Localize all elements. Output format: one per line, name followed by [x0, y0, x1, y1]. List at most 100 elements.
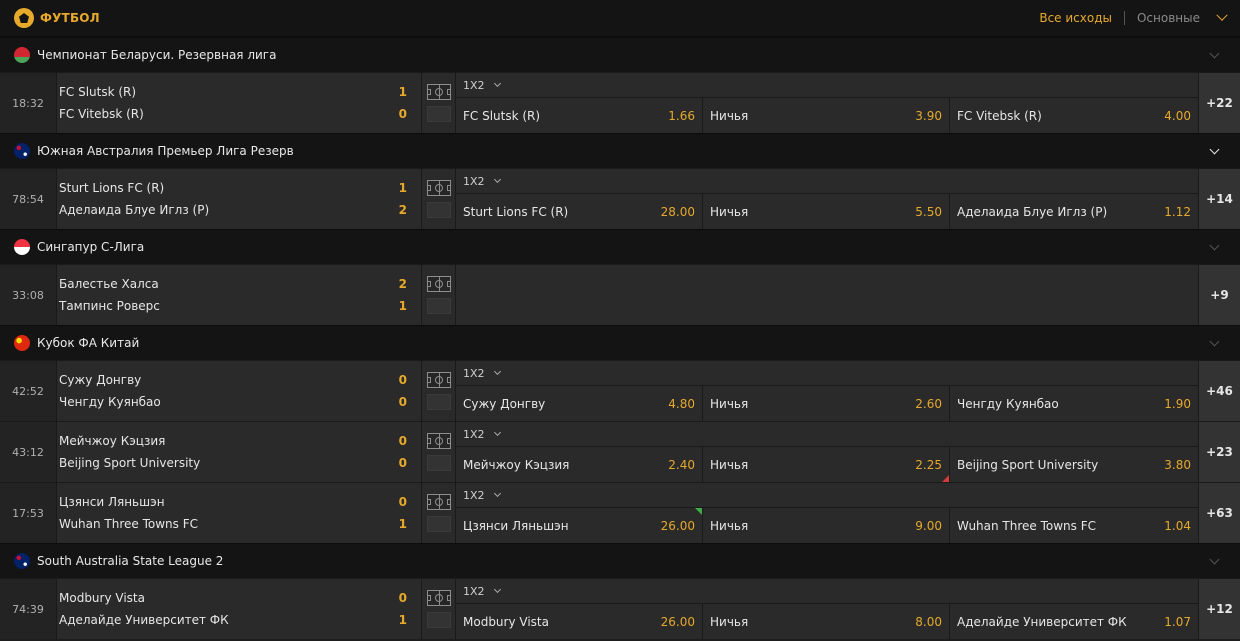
chevron-down-icon[interactable]: [1209, 48, 1220, 58]
market-selector[interactable]: 1X2: [456, 169, 1198, 194]
odd-value: 28.00: [660, 204, 695, 219]
odd-button[interactable]: Аделайде Университет ФК 1.07: [950, 604, 1198, 639]
chevron-down-icon[interactable]: [1209, 336, 1220, 346]
more-markets-button[interactable]: +46: [1198, 361, 1240, 421]
league-header[interactable]: Южная Австралия Премьер Лига Резерв: [0, 133, 1240, 168]
live-field-icon[interactable]: [426, 84, 451, 100]
away-team-row: FC Vitebsk (R) 0: [59, 103, 421, 125]
chevron-down-icon[interactable]: [493, 79, 501, 88]
odd-button[interactable]: Ничья 3.90: [703, 98, 950, 133]
match-time: 78:54: [0, 169, 57, 229]
chevron-down-icon[interactable]: [493, 585, 501, 594]
odd-button[interactable]: FC Slutsk (R) 1.66: [456, 98, 703, 133]
match-icons: [422, 361, 456, 421]
live-field-icon[interactable]: [426, 433, 451, 449]
match-row[interactable]: 74:39 Modbury Vista 0 Аделайде Университет …: [0, 578, 1240, 639]
market-selector[interactable]: 1X2: [456, 483, 1198, 508]
home-team-name: FC Slutsk (R): [59, 85, 137, 99]
chevron-down-icon[interactable]: [493, 428, 501, 437]
odd-outcome-name: FC Slutsk (R): [463, 108, 541, 123]
odds-row: Мейчжоу Кэцзия 2.40 Ничья 2.25 Beijing Sport…: [456, 447, 1198, 482]
live-field-icon[interactable]: [426, 372, 451, 388]
odd-value: 4.80: [668, 396, 695, 411]
odd-button[interactable]: Beijing Sport University 3.80: [950, 447, 1198, 482]
market-name: 1X2: [463, 366, 485, 380]
odd-button[interactable]: Modbury Vista 26.00: [456, 604, 703, 639]
odd-button[interactable]: Wuhan Three Towns FC 1.04: [950, 508, 1198, 543]
all-outcomes-link[interactable]: Все исходы: [1039, 11, 1112, 25]
match-teams[interactable]: Мейчжоу Кэцзия 0 Beijing Sport University 0: [57, 422, 422, 482]
away-team-name: Ченгду Куянбао: [59, 395, 161, 409]
market-selector[interactable]: 1X2: [456, 579, 1198, 604]
odd-value: 2.40: [668, 457, 695, 472]
home-team-score: 1: [398, 181, 407, 195]
league-name: Сингапур С-Лига: [37, 240, 145, 254]
basic-outcomes-link[interactable]: Основные: [1137, 11, 1200, 25]
live-field-icon[interactable]: [426, 494, 451, 510]
chevron-down-icon[interactable]: [1209, 144, 1220, 154]
more-markets-button[interactable]: +63: [1198, 483, 1240, 543]
more-markets-button[interactable]: +22: [1198, 73, 1240, 133]
video-placeholder-icon: [426, 612, 451, 628]
chevron-down-icon[interactable]: [1209, 554, 1220, 564]
match-teams[interactable]: Сужу Донгву 0 Ченгду Куянбао 0: [57, 361, 422, 421]
live-field-icon[interactable]: [426, 180, 451, 196]
home-team-row: Sturt Lions FC (R) 1: [59, 177, 421, 199]
match-teams[interactable]: Sturt Lions FC (R) 1 Аделаида Блуе Иглз (Р…: [57, 169, 422, 229]
market-selector[interactable]: 1X2: [456, 422, 1198, 447]
more-markets-button[interactable]: +12: [1198, 579, 1240, 639]
market-selector[interactable]: 1X2: [456, 361, 1198, 386]
chevron-down-icon[interactable]: [493, 489, 501, 498]
match-row[interactable]: 33:08 Балестье Халса 2 Тампинс Роверс 1 +9: [0, 264, 1240, 325]
singapore-flag-icon: [14, 239, 30, 255]
match-row[interactable]: 78:54 Sturt Lions FC (R) 1 Аделаида Блуе Иг…: [0, 168, 1240, 229]
odd-button[interactable]: Ничья 2.60: [703, 386, 950, 421]
odd-button[interactable]: Sturt Lions FC (R) 28.00: [456, 194, 703, 229]
match-teams[interactable]: Modbury Vista 0 Аделайде Университет ФК 1: [57, 579, 422, 639]
market-selector[interactable]: 1X2: [456, 73, 1198, 98]
match-teams[interactable]: FC Slutsk (R) 1 FC Vitebsk (R) 0: [57, 73, 422, 133]
odd-value: 1.07: [1164, 614, 1191, 629]
match-row[interactable]: 42:52 Сужу Донгву 0 Ченгду Куянбао 0 1X2 Сужу …: [0, 360, 1240, 421]
market-panel: 1X2 Сужу Донгву 4.80 Ничья 2.60 Ченгду Куянба…: [456, 361, 1198, 421]
odd-button[interactable]: Ничья 5.50: [703, 194, 950, 229]
chevron-down-icon[interactable]: [493, 175, 501, 184]
live-field-icon[interactable]: [426, 276, 451, 292]
league-header[interactable]: South Australia State League 2: [0, 543, 1240, 578]
odd-button[interactable]: Сужу Донгву 4.80: [456, 386, 703, 421]
match-teams[interactable]: Цзянси Ляньшэн 0 Wuhan Three Towns FC 1: [57, 483, 422, 543]
away-team-score: 0: [398, 456, 407, 470]
more-markets-button[interactable]: +14: [1198, 169, 1240, 229]
video-placeholder-icon: [426, 298, 451, 314]
match-row[interactable]: 43:12 Мейчжоу Кэцзия 0 Beijing Sport Univer…: [0, 421, 1240, 482]
league-header[interactable]: Сингапур С-Лига: [0, 229, 1240, 264]
league-header[interactable]: Чемпионат Беларуси. Резервная лига: [0, 37, 1240, 72]
away-team-row: Wuhan Three Towns FC 1: [59, 513, 421, 535]
league-header[interactable]: Кубок ФА Китай: [0, 325, 1240, 360]
odd-button[interactable]: Цзянси Ляньшэн 26.00: [456, 508, 703, 543]
more-markets-button[interactable]: +9: [1198, 265, 1240, 325]
odd-button[interactable]: Ничья 2.25: [703, 447, 950, 482]
match-row[interactable]: 18:32 FC Slutsk (R) 1 FC Vitebsk (R) 0 1X2 FC …: [0, 72, 1240, 133]
market-panel: 1X2 FC Slutsk (R) 1.66 Ничья 3.90 FC Vitebsk …: [456, 73, 1198, 133]
odd-button[interactable]: Мейчжоу Кэцзия 2.40: [456, 447, 703, 482]
chevron-down-icon[interactable]: [493, 367, 501, 376]
league-name: South Australia State League 2: [37, 554, 224, 568]
more-markets-button[interactable]: +23: [1198, 422, 1240, 482]
odd-button[interactable]: FC Vitebsk (R) 4.00: [950, 98, 1198, 133]
live-field-icon[interactable]: [426, 590, 451, 606]
odd-button[interactable]: Ченгду Куянбао 1.90: [950, 386, 1198, 421]
match-teams[interactable]: Балестье Халса 2 Тампинс Роверс 1: [57, 265, 422, 325]
odd-button[interactable]: Ничья 9.00: [703, 508, 950, 543]
odd-outcome-name: FC Vitebsk (R): [957, 108, 1042, 123]
odd-button[interactable]: Аделаида Блуе Иглз (Р) 1.12: [950, 194, 1198, 229]
chevron-down-icon[interactable]: [1216, 9, 1228, 21]
odds-row: Цзянси Ляньшэн 26.00 Ничья 9.00 Wuhan Three …: [456, 508, 1198, 543]
odd-value: 3.80: [1164, 457, 1191, 472]
odd-button[interactable]: Ничья 8.00: [703, 604, 950, 639]
odds-row: FC Slutsk (R) 1.66 Ничья 3.90 FC Vitebsk (R)…: [456, 98, 1198, 133]
league-name: Чемпионат Беларуси. Резервная лига: [37, 48, 277, 62]
home-team-row: Балестье Халса 2: [59, 273, 421, 295]
match-row[interactable]: 17:53 Цзянси Ляньшэн 0 Wuhan Three Towns FC…: [0, 482, 1240, 543]
chevron-down-icon[interactable]: [1209, 240, 1220, 250]
